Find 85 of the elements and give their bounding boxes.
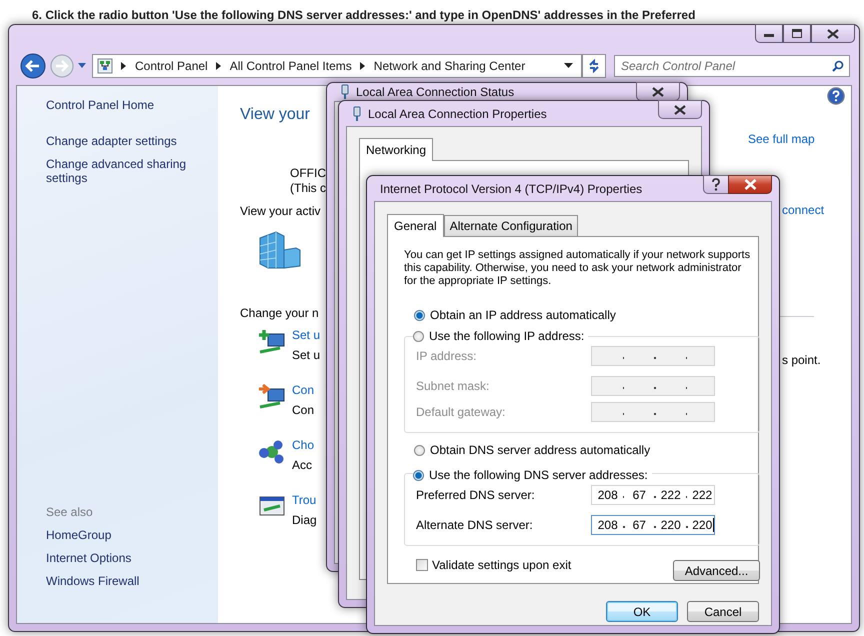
ip-address-field[interactable] [591, 402, 715, 422]
building-icon [258, 230, 302, 270]
sidebar-link[interactable]: HomeGroup [46, 528, 196, 542]
dropdown-caret-icon[interactable] [564, 63, 573, 69]
network-plug-icon [340, 84, 350, 100]
task-description: Acc [292, 458, 314, 472]
sidebar-link[interactable]: Control Panel Home [46, 98, 196, 112]
maximize-button[interactable] [783, 24, 811, 43]
page-title: View your [240, 106, 310, 124]
task-link[interactable]: Trou [292, 493, 317, 507]
description-text: You can get IP settings assigned automatically if your network supports this capability. Otherwise, you need to ask your network administrator for the appropriate IP settings. [404, 249, 752, 288]
ip-address-field[interactable]: 208 67 222 222 [591, 485, 715, 505]
dialog-button[interactable]: Cancel [687, 601, 759, 622]
task-link[interactable]: Cho [292, 438, 314, 452]
breadcrumb-item[interactable]: Network and Sharing Center [374, 59, 526, 73]
refresh-button[interactable] [582, 54, 606, 78]
see-full-map-link[interactable]: See full map [748, 132, 815, 146]
computer-name: OFFIC [290, 166, 326, 181]
field-label: Preferred DNS server: [416, 488, 535, 502]
search-field[interactable]: Search Control Panel [614, 55, 850, 77]
refresh-icon [587, 59, 601, 73]
radio-label[interactable]: Obtain an IP address automatically [430, 308, 616, 322]
access-point-text: s point. [782, 353, 821, 367]
ip-address-field[interactable] [591, 376, 715, 396]
ip-address-field[interactable] [591, 346, 715, 366]
tab[interactable]: Networking [359, 138, 434, 161]
help-button[interactable] [703, 175, 729, 194]
maximize-icon [792, 29, 802, 38]
back-icon[interactable] [20, 53, 46, 79]
help-icon[interactable] [827, 87, 845, 105]
checkbox-label[interactable]: Validate settings upon exit [432, 558, 572, 572]
sidebar-link[interactable]: Internet Options [46, 551, 196, 565]
close-icon [744, 179, 756, 190]
task-description: Con [292, 403, 314, 417]
sidebar-link[interactable]: Change adapter settings [46, 134, 196, 148]
tab[interactable]: Alternate Configuration [444, 215, 578, 236]
close-button[interactable] [811, 24, 855, 43]
field-label: Alternate DNS server: [416, 518, 533, 532]
see-also-heading: See also [46, 505, 93, 519]
task-link[interactable]: Set u [292, 328, 320, 342]
chevron-icon[interactable] [121, 62, 127, 70]
task-description: Set u [292, 348, 320, 362]
sidebar-link[interactable]: Change advanced sharing settings [46, 157, 196, 185]
field-label: Default gateway: [416, 405, 506, 419]
network-folder-icon [97, 58, 113, 74]
radio-button[interactable] [414, 310, 425, 320]
close-icon [674, 104, 686, 114]
radio-button[interactable] [413, 470, 424, 480]
instruction-text: 6. Click the radio button 'Use the following DNS server addresses:' and type in OpenDNS' addresses in the Preferred [32, 8, 696, 22]
section-heading: View your activ [240, 204, 320, 218]
spheres-icon [258, 438, 286, 466]
window-title: Local Area Connection Properties [368, 106, 547, 120]
close-button[interactable] [728, 175, 772, 194]
field-label: IP address: [416, 349, 476, 363]
section-heading: Change your n [240, 306, 319, 320]
connect-link[interactable]: connect [782, 203, 824, 217]
checkbox[interactable] [416, 558, 428, 570]
chevron-icon[interactable] [360, 62, 366, 70]
network-plus-icon [258, 328, 286, 356]
radio-button[interactable] [414, 444, 425, 456]
network-plug-icon [352, 106, 362, 122]
window-title: Local Area Connection Status [356, 85, 514, 99]
tab[interactable]: General [387, 214, 444, 237]
close-button[interactable] [636, 82, 680, 101]
address-bar[interactable]: Control Panel All Control Panel Items Network and Sharing Center [92, 54, 582, 78]
chevron-icon[interactable] [216, 62, 222, 70]
sidebar-link[interactable]: Windows Firewall [46, 574, 196, 588]
radio-button[interactable] [413, 330, 424, 342]
close-icon [827, 28, 839, 38]
breadcrumb-item[interactable]: All Control Panel Items [230, 59, 352, 73]
radio-label[interactable]: Obtain DNS server address automatically [430, 443, 650, 457]
task-link[interactable]: Con [292, 383, 314, 397]
close-icon [652, 86, 664, 96]
question-mark-icon [711, 178, 721, 191]
advanced-button[interactable]: Advanced... [673, 560, 760, 581]
dialog-title: Internet Protocol Version 4 (TCP/IPv4) Properties [380, 182, 642, 196]
minimize-button[interactable] [755, 24, 783, 43]
ip-address-field[interactable]: 208 67 220 220 [591, 515, 715, 535]
close-button[interactable] [658, 100, 702, 119]
network-arrow-icon [258, 383, 286, 411]
dialog-button[interactable]: OK [606, 601, 678, 622]
task-description: Diag [292, 513, 317, 527]
breadcrumb-item[interactable]: Control Panel [135, 59, 208, 73]
field-label: Subnet mask: [416, 379, 490, 393]
computer-note: (This c [290, 181, 326, 196]
